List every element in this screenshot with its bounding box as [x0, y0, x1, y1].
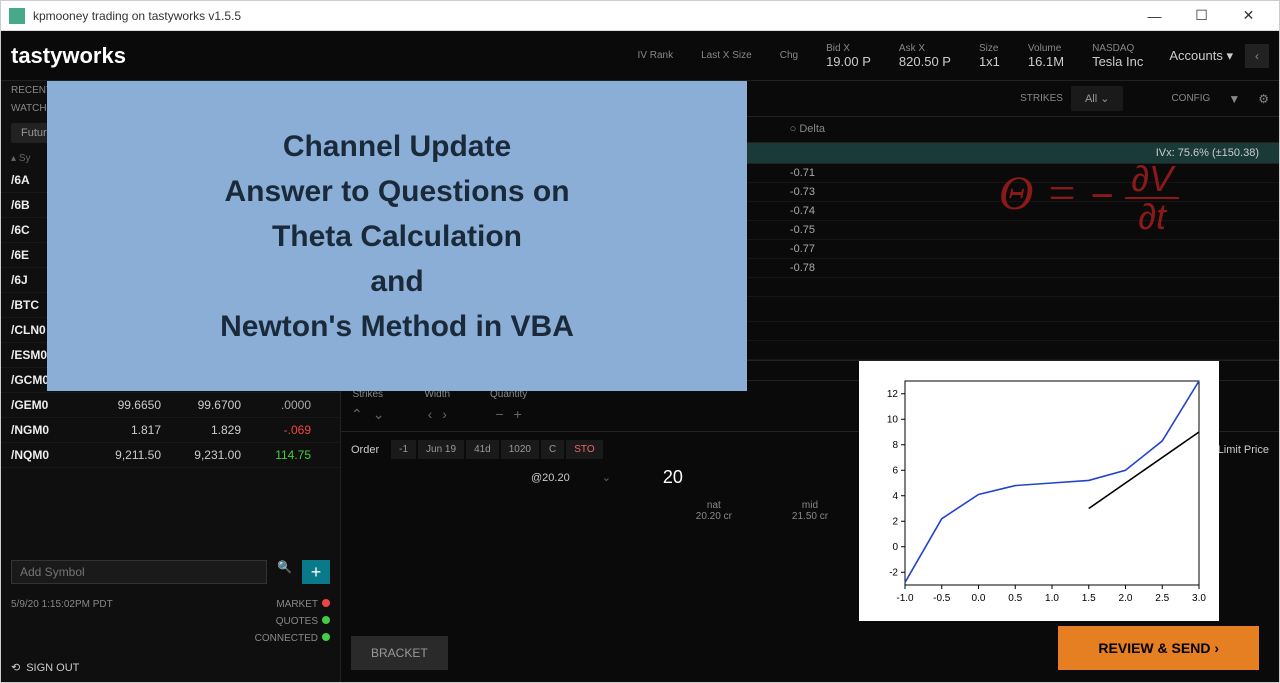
order-days[interactable]: 41d	[466, 440, 499, 459]
theta-formula: Θ = − ∂V∂t	[999, 161, 1179, 235]
mid-label: mid	[802, 500, 818, 511]
sign-out-button[interactable]: ⟲SIGN OUT	[1, 653, 340, 682]
strikes-label: STRIKES	[1020, 93, 1063, 104]
svg-text:8: 8	[892, 440, 898, 451]
svg-text:-2: -2	[889, 567, 898, 578]
volume-label: Volume	[1028, 43, 1064, 54]
svg-text:10: 10	[887, 414, 899, 425]
quotes-label: QUOTES	[276, 616, 318, 627]
watchlist-row[interactable]: /NQM09,211.509,231.00114.75	[1, 443, 340, 468]
price-down-icon[interactable]: ⌄	[602, 471, 611, 484]
review-send-button[interactable]: REVIEW & SEND ›	[1058, 626, 1259, 670]
order-cp[interactable]: C	[541, 440, 564, 459]
volume-value: 16.1M	[1028, 54, 1064, 69]
svg-text:0.5: 0.5	[1008, 593, 1022, 604]
maximize-button[interactable]: ☐	[1179, 2, 1224, 30]
bracket-button[interactable]: BRACKET	[351, 636, 448, 670]
strikes-all[interactable]: All ⌄	[1071, 86, 1124, 111]
title-overlay: Channel Update Answer to Questions on Th…	[47, 81, 747, 391]
svg-text:-0.5: -0.5	[933, 593, 951, 604]
at-price: @20.20	[531, 472, 570, 484]
width-left-icon[interactable]: ‹	[428, 406, 433, 422]
svg-text:2.5: 2.5	[1155, 593, 1169, 604]
overlay-line-5: Newton's Method in VBA	[220, 304, 574, 349]
order-strike[interactable]: 1020	[501, 440, 539, 459]
svg-text:0.0: 0.0	[972, 593, 986, 604]
market-label: MARKET	[276, 599, 318, 610]
strikes-up-icon[interactable]: ⌃	[351, 406, 363, 423]
last-size-label: Last X Size	[701, 50, 752, 61]
nasdaq-label: NASDAQ	[1092, 43, 1143, 54]
watchlist-row[interactable]: /NGM01.8171.829-.069	[1, 418, 340, 443]
width-right-icon[interactable]: ›	[442, 406, 447, 422]
overlay-line-4: and	[370, 259, 423, 304]
add-symbol-input[interactable]	[11, 560, 267, 584]
accounts-dropdown[interactable]: Accounts ▾	[1157, 48, 1245, 64]
svg-text:3.0: 3.0	[1192, 593, 1206, 604]
size-label: Size	[979, 43, 1000, 54]
iv-rank-label: IV Rank	[638, 50, 674, 61]
window-titlebar: kpmooney trading on tastyworks v1.5.5 — …	[1, 1, 1279, 31]
svg-text:1.5: 1.5	[1082, 593, 1096, 604]
svg-text:12: 12	[887, 389, 899, 400]
search-icon[interactable]: 🔍	[271, 560, 298, 584]
market-status-dot	[322, 599, 330, 607]
chg-label: Chg	[780, 50, 798, 61]
askx-value: 820.50 P	[899, 54, 951, 69]
watchlist-row[interactable]: /GEM099.665099.6700.0000	[1, 393, 340, 418]
window-title: kpmooney trading on tastyworks v1.5.5	[33, 9, 1132, 23]
order-sto[interactable]: STO	[566, 440, 602, 459]
minimize-button[interactable]: —	[1132, 2, 1177, 30]
add-symbol-button[interactable]: +	[302, 560, 330, 584]
svg-text:6: 6	[892, 465, 898, 476]
svg-text:2: 2	[892, 516, 898, 527]
quotes-status-dot	[322, 616, 330, 624]
svg-text:2.0: 2.0	[1119, 593, 1133, 604]
bidx-label: Bid X	[826, 43, 871, 54]
connected-label: CONNECTED	[255, 633, 318, 644]
overlay-line-2: Answer to Questions on	[224, 169, 569, 214]
svg-text:0: 0	[892, 542, 898, 553]
nat-label: nat	[707, 500, 721, 511]
overlay-line-3: Theta Calculation	[272, 214, 522, 259]
sym-header: Sy	[19, 153, 31, 164]
connected-status-dot	[322, 633, 330, 641]
close-button[interactable]: ✕	[1226, 2, 1271, 30]
size-value: 1x1	[979, 54, 1000, 69]
app-header: tastyworks IV Rank Last X Size Chg Bid X…	[1, 31, 1279, 81]
timestamp: 5/9/20 1:15:02PM PDT	[11, 599, 113, 610]
svg-text:4: 4	[892, 491, 898, 502]
newton-chart: -1.0 -0.5 0.0 0.5 1.0 1.5 2.0 2.5 3.0 -2 0 2 4 6 8 10 12	[859, 361, 1219, 621]
qty-minus-icon[interactable]: −	[495, 406, 503, 422]
svg-text:-1.0: -1.0	[896, 593, 914, 604]
nat-value: 20.20 cr	[696, 511, 732, 522]
config-label: CONFIG	[1171, 93, 1210, 104]
overlay-line-1: Channel Update	[283, 124, 511, 169]
app-icon	[9, 8, 25, 24]
strikes-down-icon[interactable]: ⌄	[373, 406, 385, 423]
askx-label: Ask X	[899, 43, 951, 54]
nasdaq-value: Tesla Inc	[1092, 54, 1143, 69]
signout-icon: ⟲	[11, 661, 20, 674]
col-delta[interactable]: ○ Delta	[751, 123, 831, 136]
qty-plus-icon[interactable]: +	[514, 406, 522, 422]
svg-text:1.0: 1.0	[1045, 593, 1059, 604]
mid-value: 21.50 cr	[792, 511, 828, 522]
gear-icon[interactable]: ⚙	[1258, 92, 1269, 106]
order-qty[interactable]: -1	[391, 440, 416, 459]
bidx-value: 19.00 P	[826, 54, 871, 69]
price-value[interactable]: 20	[663, 467, 683, 488]
limit-label: Limit Price	[1218, 444, 1269, 456]
collapse-button[interactable]: ‹	[1245, 44, 1269, 68]
order-label: Order	[351, 444, 379, 456]
filter-icon[interactable]: ▼	[1228, 92, 1240, 106]
order-exp[interactable]: Jun 19	[418, 440, 464, 459]
logo: tastyworks	[11, 43, 126, 69]
